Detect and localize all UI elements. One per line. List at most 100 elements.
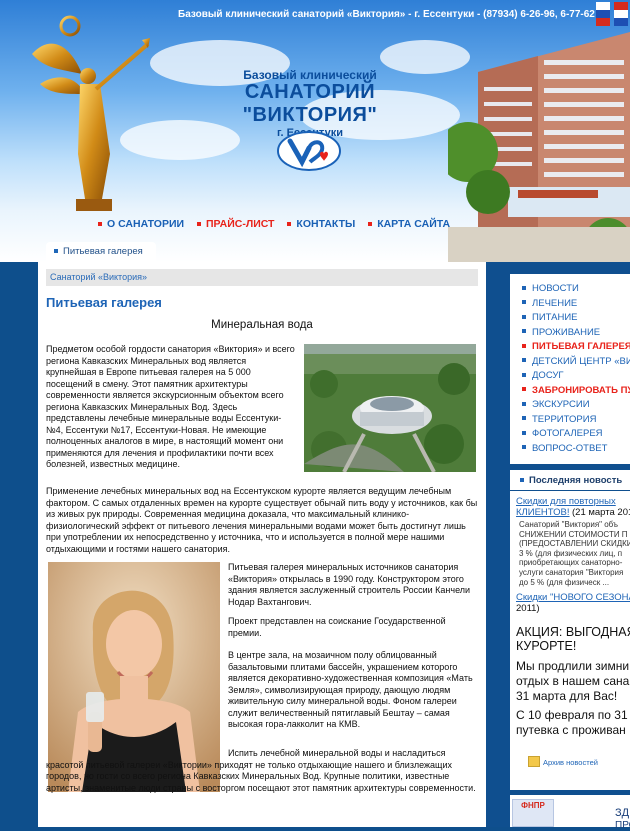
paragraph-intro: Предметом особой гордости санатория «Вик…: [46, 344, 295, 469]
sidebar-item-label: ПРОЖИВАНИЕ: [532, 326, 601, 338]
news-line: Санаторий "Виктория" объ: [519, 520, 618, 529]
breadcrumb: Санаторий «Виктория»: [46, 269, 478, 286]
nav-contacts-label: КОНТАКТЫ: [296, 218, 356, 230]
bullet-icon: [522, 358, 526, 363]
news-item1-link-cont[interactable]: КЛИЕНТОВ!: [516, 507, 570, 518]
bullet-icon: [522, 329, 526, 334]
banner-text-2: ПРОФСО: [615, 820, 630, 831]
folder-icon: [528, 756, 540, 767]
sidebar-item-label: НОВОСТИ: [532, 283, 579, 294]
sidebar-item-label: ТЕРРИТОРИЯ: [532, 413, 597, 425]
paragraph-award: Проект представлен на соискание Государс…: [228, 616, 446, 638]
bullet-icon: [522, 401, 526, 406]
promo-title: АКЦИЯ: ВЫГОДНАЯ КУРОРТЕ!: [516, 625, 630, 653]
bullet-icon: [522, 387, 526, 392]
news-line: услуги санатория "Виктория: [519, 567, 624, 577]
brand-line1: Базовый клинический: [243, 68, 377, 82]
sidebar-menu: НОВОСТИ ЛЕЧЕНИЕ ПИТАНИЕ ПРОЖИВАНИЕ ПИТЬЕ…: [510, 274, 630, 464]
sidebar-item-label: ДОСУГ: [532, 370, 564, 381]
paragraph-visitors: Испить лечебной минеральной воды и насла…: [46, 748, 476, 793]
nav-price-label: ПРАЙС-ЛИСТ: [205, 218, 275, 230]
nav-contacts[interactable]: КОНТАКТЫ: [287, 218, 355, 230]
sidebar-item-faq[interactable]: ВОПРОС-ОТВЕТ: [510, 442, 630, 457]
bullet-icon: [196, 222, 201, 227]
sidebar-item-food[interactable]: ПИТАНИЕ: [510, 311, 630, 326]
news-archive-link[interactable]: Архив новостей: [543, 758, 598, 767]
banner-text: ЗДРАВН: [615, 807, 630, 819]
bullet-icon: [522, 300, 526, 305]
sidebar-item-label: ВОПРОС-ОТВЕТ: [532, 442, 608, 454]
sidebar-item-news[interactable]: НОВОСТИ: [510, 282, 630, 297]
news-item2-date: 2011): [516, 603, 540, 614]
bullet-icon: [522, 372, 526, 377]
sidebar-item-leisure[interactable]: ДОСУГ: [510, 369, 630, 384]
drinking-gallery-photo[interactable]: [304, 344, 476, 472]
bullet-icon: [98, 222, 102, 227]
sidebar-item-label: ЛЕЧЕНИЕ: [532, 297, 578, 309]
bullet-icon: [522, 285, 526, 290]
sidebar-item-drinking-gallery[interactable]: ПИТЬЕВАЯ ГАЛЕРЕЯ: [510, 340, 630, 355]
news-line: приобретающих санаторно-: [519, 558, 623, 568]
sidebar-item-accommodation[interactable]: ПРОЖИВАНИЕ: [510, 326, 630, 341]
paragraph-opening: Питьевая галерея минеральных источников …: [228, 562, 471, 607]
promo-line: Мы продлили зимни: [516, 659, 630, 673]
bottom-banner[interactable]: ФНПР ЗДРАВН ПРОФСО: [510, 795, 630, 831]
sidebar-item-excursions[interactable]: ЭКСКУРСИИ: [510, 398, 630, 413]
sidebar-item-label: ЗАБРОНИРОВАТЬ ПУТ: [532, 384, 630, 396]
promo-line: отдых в нашем сана: [516, 674, 630, 688]
main-content: Санаторий «Виктория» Питьевая галерея Ми…: [38, 262, 486, 827]
bullet-icon: [54, 248, 58, 253]
bullet-icon: [520, 477, 524, 482]
news-item2-link[interactable]: Скидки "НОВОГО СЕЗОНА: [516, 592, 630, 603]
paragraph-hall: В центре зала, на мозаичном полу облицов…: [228, 650, 473, 729]
page-title: Питьевая галерея: [46, 295, 162, 310]
tab-label: Питьевая галерея: [63, 246, 143, 257]
sidebar-item-photogallery[interactable]: ФОТОГАЛЕРЕЯ: [510, 427, 630, 442]
promo-text-2: С 10 февраля по 31 путевка с проживан: [516, 708, 628, 738]
bullet-icon: [522, 445, 526, 450]
content-subtitle: Минеральная вода: [211, 319, 313, 331]
bullet-icon: [522, 430, 526, 435]
paragraph-treatment: Применение лечебных минеральных вод на Е…: [46, 486, 478, 554]
bullet-icon: [368, 222, 373, 227]
sidebar-item-territory[interactable]: ТЕРРИТОРИЯ: [510, 413, 630, 428]
nav-about-label: О САНАТОРИИ: [107, 218, 185, 230]
promo-line: путевка с проживан: [516, 723, 626, 737]
fnpr-badge: ФНПР: [512, 799, 554, 827]
nav-about[interactable]: О САНАТОРИИ: [98, 218, 184, 230]
promo-title-line: КУРОРТЕ!: [516, 639, 577, 653]
sidebar-item-label: ФОТОГАЛЕРЕЯ: [532, 428, 603, 439]
news-line: до 5 % (для физическ ...: [519, 577, 610, 587]
sanatorium-building-image: [448, 32, 630, 262]
sidebar-item-treatment[interactable]: ЛЕЧЕНИЕ: [510, 297, 630, 312]
sidebar-item-label: ДЕТСКИЙ ЦЕНТР «ВИ: [532, 355, 630, 367]
news-line: 3 % (для физических лиц, п: [519, 548, 623, 558]
nav-sitemap-label: КАРТА САЙТА: [377, 218, 451, 230]
promo-line: С 10 февраля по 31: [516, 708, 628, 722]
sidebar-item-kids-center[interactable]: ДЕТСКИЙ ЦЕНТР «ВИ: [510, 355, 630, 370]
breadcrumb-link[interactable]: Санаторий «Виктория»: [50, 272, 147, 282]
brand-name: САНАТОРИЙ "ВИКТОРИЯ": [242, 81, 378, 126]
sidebar-item-label: ПИТЬЕВАЯ ГАЛЕРЕЯ: [532, 341, 630, 352]
site-header: Базовый клинический санаторий «Виктория»…: [0, 0, 630, 262]
tab-drinking-gallery[interactable]: Питьевая галерея: [46, 242, 156, 262]
news-header: Последняя новость: [510, 472, 630, 491]
bullet-icon: [522, 416, 526, 421]
menu-spacer: [510, 274, 630, 282]
brand-block: Базовый клинический САНАТОРИЙ "ВИКТОРИЯ"…: [200, 68, 420, 139]
nav-sitemap[interactable]: КАРТА САЙТА: [368, 218, 450, 230]
news-item1-link[interactable]: Скидки для повторных: [516, 496, 616, 507]
promo-text: Мы продлили зимни отдых в нашем сана 31 …: [516, 659, 629, 704]
news-line: СНИЖЕНИИ СТОИМОСТИ П: [519, 529, 628, 539]
news-header-label: Последняя новость: [529, 475, 623, 486]
sidebar-item-book[interactable]: ЗАБРОНИРОВАТЬ ПУТ: [510, 384, 630, 399]
promo-title-line: АКЦИЯ: ВЫГОДНАЯ: [516, 625, 630, 639]
news-item1-date: (21 марта 201: [572, 507, 630, 518]
bullet-icon: [522, 343, 526, 348]
sanatorium-logo[interactable]: [276, 130, 342, 172]
nav-price-list[interactable]: ПРАЙС-ЛИСТ: [196, 218, 275, 230]
promo-line: 31 марта для Вас!: [516, 689, 618, 703]
main-nav: О САНАТОРИИ ПРАЙС-ЛИСТ КОНТАКТЫ КАРТА СА…: [98, 218, 460, 234]
bullet-icon: [522, 314, 526, 319]
sidebar-item-label: ЭКСКУРСИИ: [532, 399, 590, 410]
